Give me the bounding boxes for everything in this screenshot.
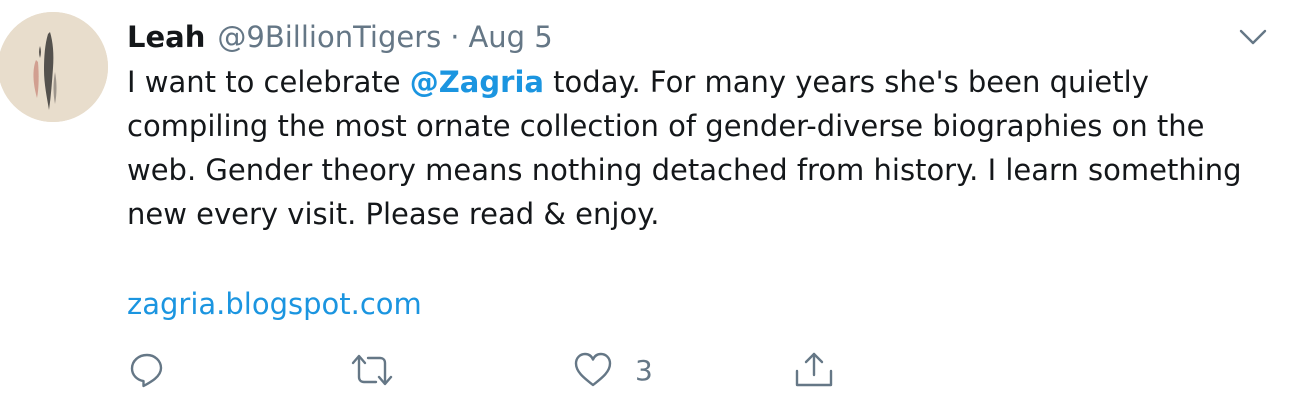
tweet-body: Leah @9BillionTigers · Aug 5 I want to c… <box>127 14 1277 236</box>
mention-link[interactable]: @Zagria <box>410 65 544 99</box>
external-link[interactable]: zagria.blogspot.com <box>127 282 422 326</box>
share-button[interactable] <box>794 350 834 390</box>
tweet: Leah @9BillionTigers · Aug 5 I want to c… <box>0 0 1302 409</box>
tweet-text-line: web. Gender theory means nothing detache… <box>127 153 1242 187</box>
tweet-text-line: I want to celebrate @Zagria today. For m… <box>127 60 1277 104</box>
tweet-text-line: compiling the most ornate collection of … <box>127 109 1205 143</box>
author-name[interactable]: Leah <box>127 20 205 54</box>
tweet-text: I want to celebrate @Zagria today. For m… <box>127 60 1277 236</box>
tweet-text-line: new every visit. Please read & enjoy. <box>127 197 660 231</box>
retweet-button[interactable] <box>350 350 394 390</box>
tweet-date[interactable]: Aug 5 <box>468 20 552 54</box>
heart-icon <box>573 351 613 389</box>
like-button[interactable]: 3 <box>573 350 653 390</box>
separator-dot: · <box>450 20 460 54</box>
tweet-header: Leah @9BillionTigers · Aug 5 <box>127 14 1277 60</box>
retweet-icon <box>350 351 394 389</box>
reply-icon <box>128 351 166 389</box>
chevron-down-icon[interactable] <box>1236 20 1270 54</box>
share-icon <box>794 351 834 389</box>
tweet-text-segment: I want to celebrate <box>127 65 410 99</box>
avatar[interactable] <box>0 12 108 122</box>
tweet-text-segment: today. For many years she's been quietly <box>543 65 1149 99</box>
like-count: 3 <box>635 353 653 387</box>
author-handle[interactable]: @9BillionTigers <box>217 20 441 54</box>
reply-button[interactable] <box>128 350 166 390</box>
